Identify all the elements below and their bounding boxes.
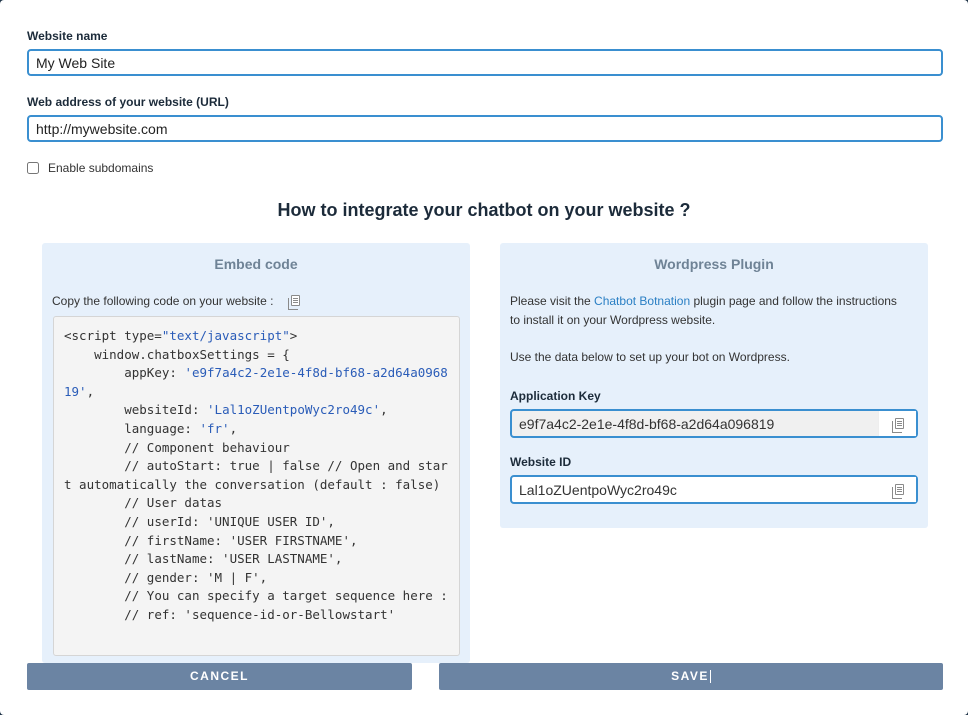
code-text: // userId: 'UNIQUE USER ID', xyxy=(64,513,335,529)
subdomains-checkbox[interactable] xyxy=(27,162,39,174)
website-name-label: Website name xyxy=(27,29,108,43)
code-text: window.chatboxSettings = { xyxy=(64,346,290,362)
copy-icon xyxy=(891,484,904,499)
code-line: // You can specify a target sequence her… xyxy=(64,588,448,603)
code-string: "text/javascript" xyxy=(161,328,290,343)
save-button[interactable]: SAVE xyxy=(439,663,943,690)
wordpress-instructions: Please visit the Chatbot Botnation plugi… xyxy=(510,292,910,330)
website-id-copy-button[interactable] xyxy=(878,477,916,502)
embed-code-box[interactable]: <script type="text/javascript"> window.c… xyxy=(53,316,460,656)
integration-title: How to integrate your chatbot on your we… xyxy=(277,200,691,220)
embed-code-title: Embed code xyxy=(214,256,298,272)
code-text: , xyxy=(380,402,388,418)
cancel-button[interactable]: CANCEL xyxy=(27,663,412,690)
wordpress-use-data: Use the data below to set up your bot on… xyxy=(510,350,790,364)
code-text: // firstName: 'USER FIRSTNAME', xyxy=(64,532,358,548)
app-key-label: Application Key xyxy=(510,389,601,403)
integration-modal: Website name Web address of your website… xyxy=(0,0,968,715)
code-text: // autoStart: true | false // Open and s… xyxy=(64,458,448,492)
code-text: // gender: 'M | F', xyxy=(64,569,268,585)
code-text: // lastName: 'USER LASTNAME', xyxy=(64,551,343,567)
code-text: websiteId: xyxy=(64,402,208,418)
code-line: // autoStart: true | false // Open and s… xyxy=(64,458,448,492)
code-text: // ref: 'sequence-id-or-Bellowstart' xyxy=(64,606,396,622)
subdomains-row[interactable]: Enable subdomains xyxy=(27,161,153,175)
code-line: <script type="text/javascript"> xyxy=(64,328,297,343)
wordpress-panel: Wordpress Plugin Please visit the Chatbo… xyxy=(500,243,928,528)
code-text: , xyxy=(86,383,95,399)
website-id-value: Lal1oZUentpoWyc2ro49c xyxy=(519,481,677,498)
code-line: // Component behaviour xyxy=(64,440,290,455)
code-line: // gender: 'M | F', xyxy=(64,570,267,585)
code-text: > xyxy=(289,328,298,343)
embed-code-panel: Embed code Copy the following code on yo… xyxy=(42,243,470,663)
subdomains-label: Enable subdomains xyxy=(48,161,154,175)
chatbot-botnation-link[interactable]: Chatbot Botnation xyxy=(594,294,690,308)
save-button-label: SAVE xyxy=(671,669,709,683)
code-line: appKey: 'e9f7a4c2-2e1e-4f8d-bf68-a2d64a0… xyxy=(64,365,448,399)
wordpress-visit-pre: Please visit the xyxy=(510,294,595,308)
copy-icon xyxy=(892,418,904,433)
code-text: language: xyxy=(64,420,200,436)
code-string: 'fr' xyxy=(199,420,230,436)
embed-instruction-text: Copy the following code on your website … xyxy=(52,294,274,308)
website-id-field[interactable]: Lal1oZUentpoWyc2ro49c xyxy=(510,475,918,504)
code-text: appKey: xyxy=(64,365,185,381)
code-string: 'Lal1oZUentpoWyc2ro49c' xyxy=(207,402,381,418)
code-line: websiteId: 'Lal1oZUentpoWyc2ro49c', xyxy=(64,402,388,418)
code-line: language: 'fr', xyxy=(64,421,237,436)
website-name-input[interactable] xyxy=(27,49,943,76)
copy-icon[interactable] xyxy=(287,295,300,310)
url-input[interactable] xyxy=(27,115,943,142)
text-cursor xyxy=(709,670,711,684)
url-label: Web address of your website (URL) xyxy=(27,95,229,109)
code-line: // firstName: 'USER FIRSTNAME', xyxy=(64,532,358,548)
app-key-copy-button[interactable] xyxy=(878,411,916,436)
code-line: // userId: 'UNIQUE USER ID', xyxy=(64,514,335,529)
app-key-value: e9f7a4c2-2e1e-4f8d-bf68-a2d64a096819 xyxy=(519,415,775,432)
embed-code[interactable]: <script type="text/javascript"> window.c… xyxy=(54,317,459,635)
code-text: // User datas xyxy=(64,495,223,511)
code-line: // lastName: 'USER LASTNAME', xyxy=(64,551,342,566)
app-key-field[interactable]: e9f7a4c2-2e1e-4f8d-bf68-a2d64a096819 xyxy=(510,409,918,438)
code-line: window.chatboxSettings = { xyxy=(64,347,290,362)
code-text: // You can specify a target sequence her… xyxy=(64,588,448,604)
code-text: , xyxy=(229,420,238,436)
code-line: // ref: 'sequence-id-or-Bellowstart' xyxy=(64,607,395,622)
embed-instruction: Copy the following code on your website … xyxy=(52,292,300,311)
code-text: // Component behaviour xyxy=(64,439,290,455)
code-text: <script type= xyxy=(64,328,162,343)
website-id-label: Website ID xyxy=(510,455,572,469)
code-line: // User datas xyxy=(64,495,222,510)
wordpress-title: Wordpress Plugin xyxy=(654,256,774,272)
